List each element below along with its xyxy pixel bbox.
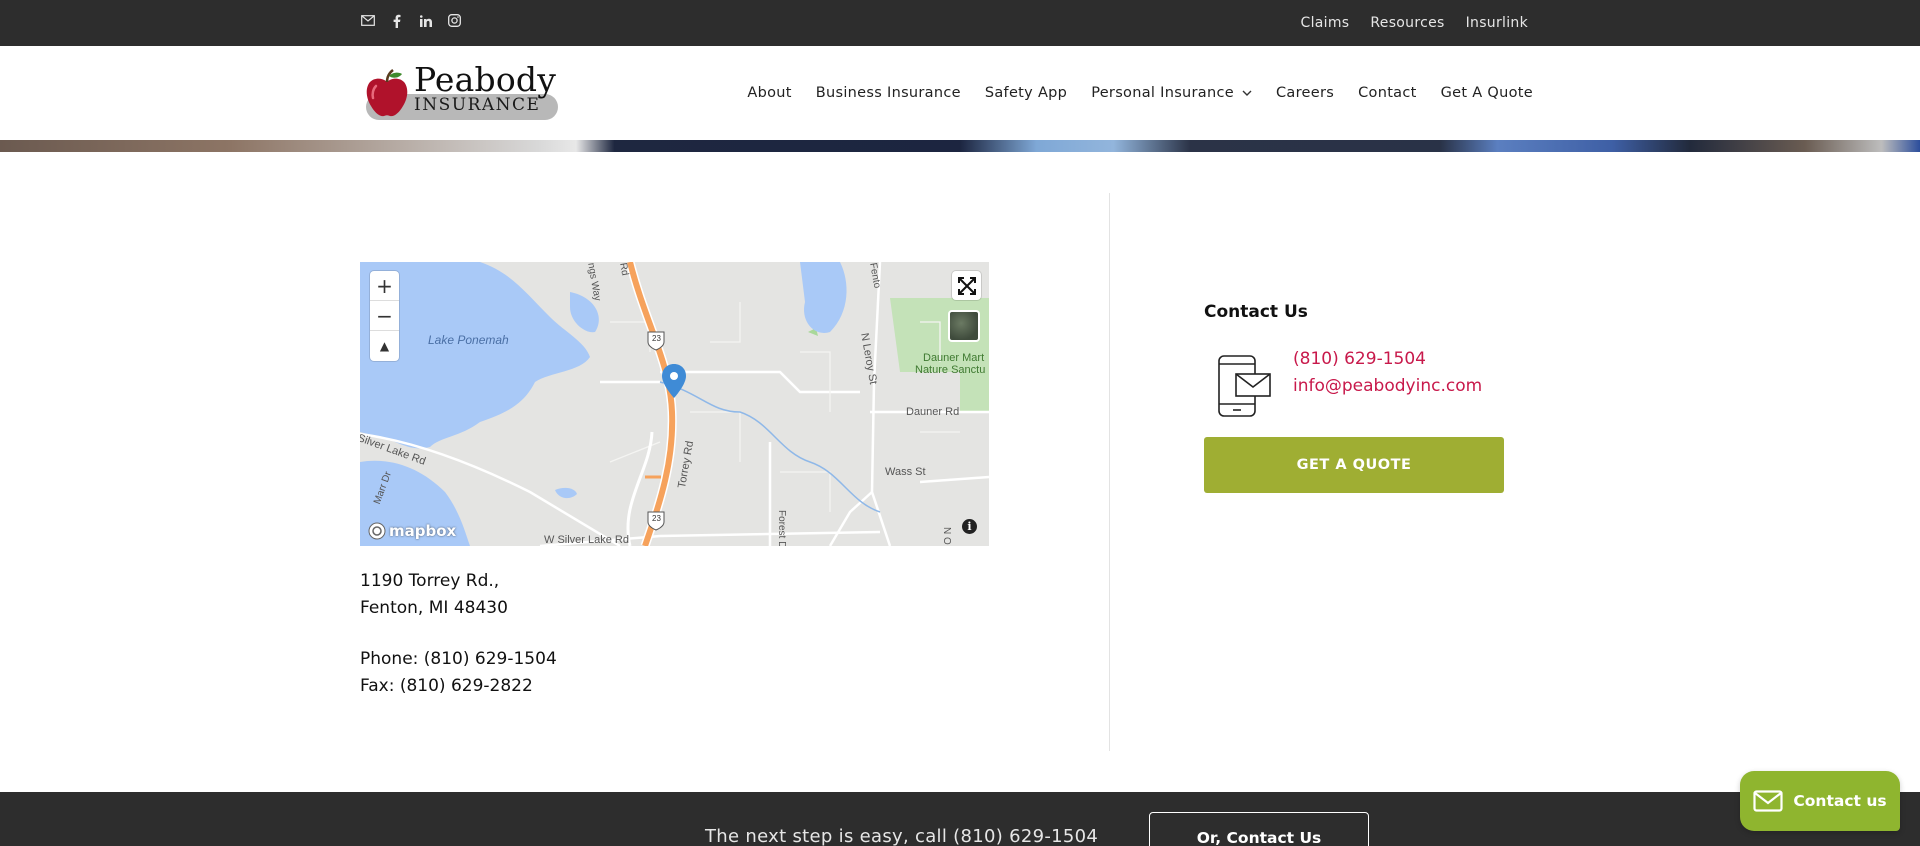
map-label-route-23-south: 23 <box>652 514 661 523</box>
address-line-2: Fenton, MI 48430 <box>360 598 508 618</box>
contact-us-heading: Contact Us <box>1204 302 1308 322</box>
map-zoom-controls: + − ▲ <box>370 271 399 361</box>
map-base <box>360 262 989 546</box>
office-phone-fax: Phone: (810) 629-1504 Fax: (810) 629-282… <box>360 646 557 700</box>
peabody-logo[interactable]: Peabody INSURANCE <box>362 60 560 124</box>
apple-icon <box>366 69 408 117</box>
social-links <box>360 13 462 28</box>
nav-safety-app[interactable]: Safety App <box>985 85 1067 101</box>
nav-careers[interactable]: Careers <box>1276 85 1334 101</box>
envelope-icon <box>1753 790 1784 812</box>
nav-personal-insurance-label: Personal Insurance <box>1091 85 1234 101</box>
fullscreen-icon <box>957 276 976 295</box>
column-divider <box>1109 193 1110 751</box>
map-label-forest-dr: Forest D <box>776 510 787 546</box>
map-label-w-silver-lake-rd: W Silver Lake Rd <box>544 534 629 546</box>
address-line-1: 1190 Torrey Rd., <box>360 571 500 591</box>
office-address: 1190 Torrey Rd., Fenton, MI 48430 <box>360 568 508 622</box>
nav-business-insurance[interactable]: Business Insurance <box>816 85 961 101</box>
get-a-quote-button[interactable]: GET A QUOTE <box>1204 437 1504 493</box>
office-phone: Phone: (810) 629-1504 <box>360 649 557 669</box>
phone-mail-icon <box>1218 355 1271 417</box>
map-label-dauner-sanctuary: Dauner Mart <box>923 352 985 364</box>
map-label-rd-top: Rd <box>617 262 631 277</box>
map-label-wass-st: Wass St <box>885 466 926 478</box>
location-map[interactable]: Lake Ponemah Silver Lake Rd Torrey Rd W … <box>360 262 989 546</box>
map-label-route-23-north: 23 <box>652 334 661 343</box>
utility-links: Claims Resources Insurlink <box>1301 0 1528 46</box>
zoom-out-button[interactable]: − <box>370 301 399 331</box>
map-label-lake: Lake Ponemah <box>428 333 509 347</box>
nav-get-a-quote[interactable]: Get A Quote <box>1441 85 1533 101</box>
chat-widget-label: Contact us <box>1793 792 1887 810</box>
resources-link[interactable]: Resources <box>1370 15 1444 31</box>
map-info-button[interactable]: i <box>962 519 977 534</box>
fullscreen-button[interactable] <box>952 271 981 300</box>
mapbox-logo-icon <box>368 522 386 540</box>
footer-cta-text: The next step is easy, call (810) 629-15… <box>705 826 1099 846</box>
hero-image-strip <box>0 140 1920 152</box>
map-label-dauner-sanctuary-2: Nature Sanctu <box>915 364 986 376</box>
office-fax: Fax: (810) 629-2822 <box>360 676 533 696</box>
mapbox-attribution[interactable]: mapbox <box>368 522 456 540</box>
compass-button[interactable]: ▲ <box>370 331 399 361</box>
contact-email-link[interactable]: info@peabodyinc.com <box>1293 376 1482 396</box>
linkedin-icon[interactable] <box>418 13 433 28</box>
mapbox-wordmark: mapbox <box>389 522 457 540</box>
map-label-dauner-rd: Dauner Rd <box>906 406 960 418</box>
instagram-icon[interactable] <box>447 13 462 28</box>
claims-link[interactable]: Claims <box>1301 15 1350 31</box>
contact-us-chat-widget[interactable]: Contact us <box>1740 771 1900 831</box>
site-header: Peabody INSURANCE About Business Insuran… <box>0 46 1920 140</box>
contact-phone-link[interactable]: (810) 629-1504 <box>1293 349 1426 369</box>
logo-wordmark-insurance: INSURANCE <box>414 95 541 115</box>
logo-wordmark-peabody: Peabody <box>414 60 557 99</box>
footer-contact-button[interactable]: Or, Contact Us <box>1149 812 1369 846</box>
nav-contact[interactable]: Contact <box>1358 85 1417 101</box>
facebook-icon[interactable] <box>389 13 404 28</box>
email-icon[interactable] <box>360 13 375 28</box>
footer-cta-band: The next step is easy, call (810) 629-15… <box>0 792 1920 846</box>
nav-personal-insurance[interactable]: Personal Insurance <box>1091 85 1252 101</box>
main-nav: About Business Insurance Safety App Pers… <box>747 46 1533 140</box>
zoom-in-button[interactable]: + <box>370 271 399 301</box>
top-bar: Claims Resources Insurlink <box>0 0 1920 46</box>
nav-about[interactable]: About <box>747 85 791 101</box>
satellite-toggle-button[interactable] <box>948 310 980 342</box>
insurlink-link[interactable]: Insurlink <box>1466 15 1528 31</box>
map-label-n-o: N O <box>941 527 952 545</box>
chevron-down-icon <box>1242 90 1252 96</box>
